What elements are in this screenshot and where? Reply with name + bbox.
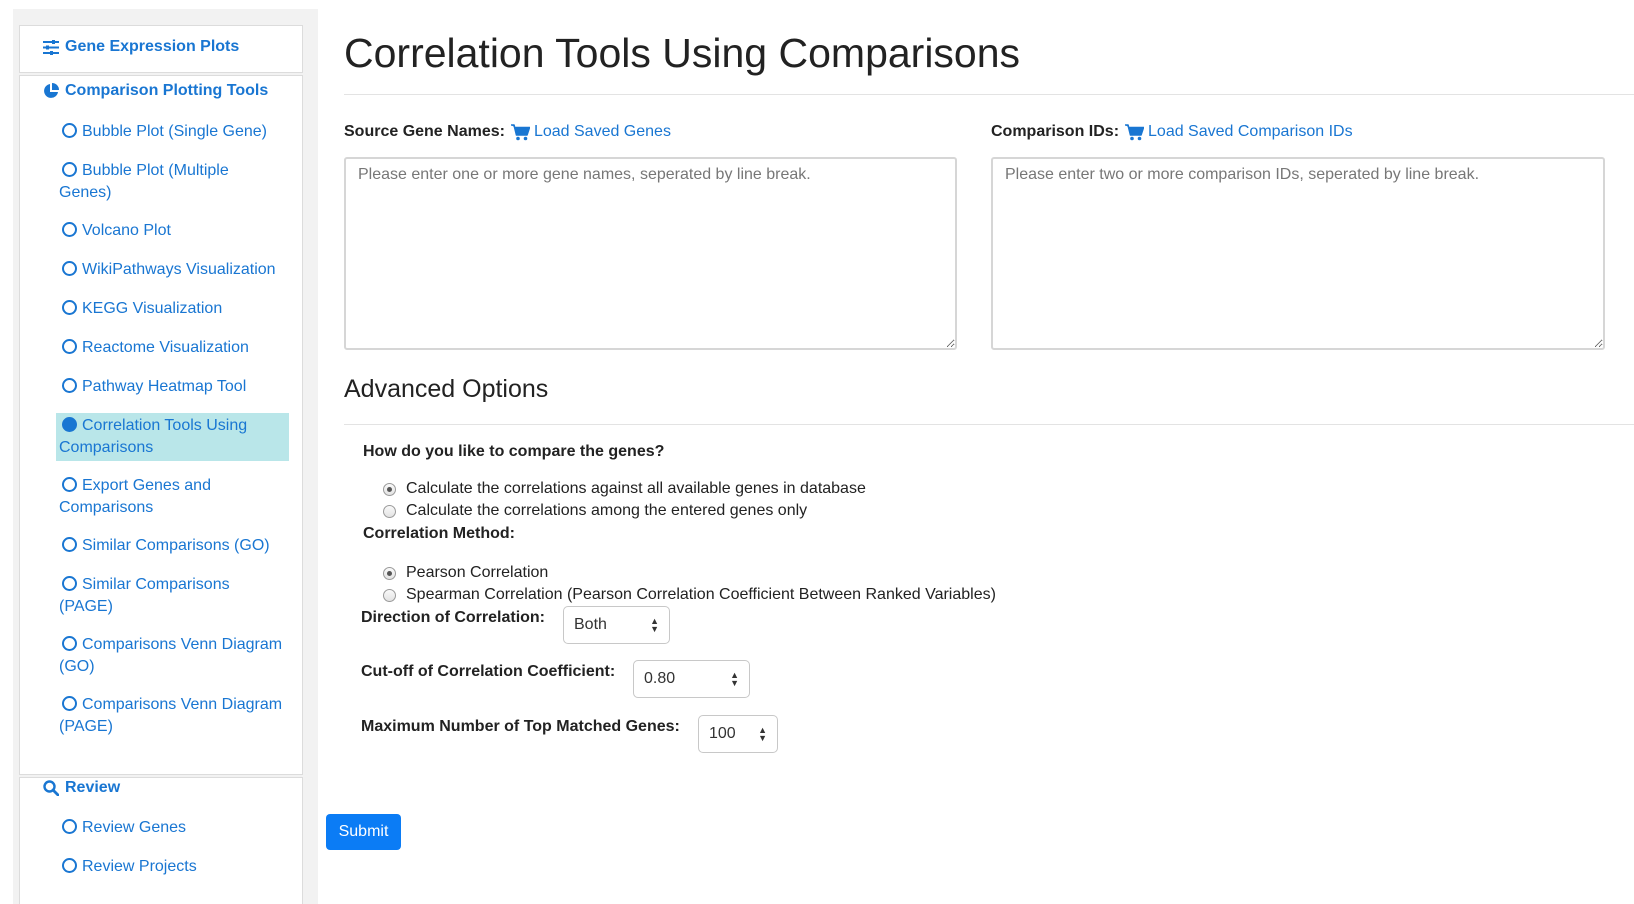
comparison-ids-label-text: Comparison IDs: — [991, 123, 1120, 140]
compare-option-all[interactable]: Calculate the correlations against all a… — [383, 480, 866, 498]
sidebar-item-venn-page[interactable]: Comparisons Venn Diagram (PAGE) — [56, 692, 289, 740]
sidebar-item-label: Review Genes — [82, 819, 187, 836]
sidebar-item-similar-page[interactable]: Similar Comparisons (PAGE) — [56, 572, 289, 620]
sidebar-item-label: Bubble Plot (Multiple Genes) — [59, 162, 229, 201]
sidebar-item-pathway-heatmap[interactable]: Pathway Heatmap Tool — [56, 374, 289, 400]
page-title: Correlation Tools Using Comparisons — [344, 30, 1021, 76]
sidebar-item-label: Pathway Heatmap Tool — [82, 378, 247, 395]
sidebar-item-label: Comparisons Venn Diagram (PAGE) — [59, 696, 283, 735]
sidebar-section-label: Gene Expression Plots — [65, 38, 240, 55]
sidebar-item-correlation[interactable]: Correlation Tools Using Comparisons — [56, 413, 289, 461]
radio-label: Calculate the correlations against all a… — [406, 480, 866, 497]
direction-value: Both — [574, 616, 607, 633]
sidebar-section-gene-expression[interactable]: Gene Expression Plots — [42, 38, 239, 56]
circle-icon — [62, 696, 77, 711]
select-arrows-icon: ▲ ▼ — [730, 670, 739, 688]
sidebar-item-label: Volcano Plot — [82, 222, 171, 239]
source-genes-input[interactable] — [344, 157, 957, 350]
load-saved-genes-label: Load Saved Genes — [533, 123, 671, 140]
radio-label: Pearson Correlation — [406, 564, 549, 581]
load-saved-comparison-ids-link[interactable]: Load Saved Comparison IDs — [1125, 123, 1353, 141]
sidebar-section-label: Comparison Plotting Tools — [65, 82, 269, 99]
sidebar-item-label: WikiPathways Visualization — [82, 261, 276, 278]
direction-label: Direction of Correlation: — [361, 609, 546, 626]
radio-button[interactable] — [383, 504, 396, 518]
load-saved-comparison-ids-label: Load Saved Comparison IDs — [1148, 123, 1353, 140]
sidebar-item-label: Review Projects — [82, 858, 197, 875]
radio-label: Calculate the correlations among the ent… — [406, 502, 808, 519]
radio-label: Spearman Correlation (Pearson Correlatio… — [406, 586, 996, 603]
sidebar-item-bubble-single[interactable]: Bubble Plot (Single Gene) — [56, 119, 289, 145]
submit-button[interactable]: Submit — [326, 814, 401, 850]
source-genes-label-text: Source Gene Names: — [344, 123, 505, 140]
cart-icon — [1125, 123, 1145, 140]
sidebar-item-kegg[interactable]: KEGG Visualization — [56, 296, 289, 322]
direction-select[interactable]: Both ▲ ▼ — [563, 606, 670, 644]
sidebar-item-label: Reactome Visualization — [82, 339, 249, 356]
circle-icon — [62, 858, 77, 873]
compare-question-label: How do you like to compare the genes? — [363, 443, 665, 460]
radio-button[interactable] — [383, 588, 396, 602]
max-genes-label: Maximum Number of Top Matched Genes: — [361, 718, 680, 735]
sidebar-item-label: Correlation Tools Using Comparisons — [59, 417, 248, 456]
sidebar-item-label: Similar Comparisons (PAGE) — [59, 576, 230, 615]
circle-icon — [62, 339, 77, 354]
sidebar-item-bubble-multiple[interactable]: Bubble Plot (Multiple Genes) — [56, 158, 289, 206]
sidebar-item-label: Similar Comparisons (GO) — [82, 537, 270, 554]
search-icon — [42, 779, 60, 797]
pie-chart-icon — [42, 82, 60, 100]
sidebar-section-label: Review — [65, 779, 121, 796]
circle-icon — [62, 378, 77, 393]
sidebar-item-label: Bubble Plot (Single Gene) — [82, 123, 267, 140]
advanced-options-title: Advanced Options — [344, 375, 549, 403]
title-divider — [344, 94, 1634, 95]
cutoff-label: Cut-off of Correlation Coefficient: — [361, 663, 616, 680]
select-arrows-icon: ▲ ▼ — [758, 725, 767, 743]
sidebar-section-comparison-tools[interactable]: Comparison Plotting Tools — [42, 82, 268, 100]
radio-button-checked[interactable] — [383, 482, 396, 496]
select-arrows-icon: ▲ ▼ — [650, 616, 659, 634]
sidebar-item-reactome[interactable]: Reactome Visualization — [56, 335, 289, 361]
max-genes-select[interactable]: 100 ▲ ▼ — [698, 715, 778, 753]
circle-icon — [62, 417, 77, 432]
circle-icon — [62, 576, 77, 591]
sidebar-item-venn-go[interactable]: Comparisons Venn Diagram (GO) — [56, 632, 289, 680]
advanced-divider — [344, 424, 1634, 425]
circle-icon — [62, 261, 77, 276]
sidebar-item-volcano[interactable]: Volcano Plot — [56, 218, 289, 244]
circle-icon — [62, 477, 77, 492]
correlation-method-label: Correlation Method: — [363, 525, 515, 542]
cutoff-value: 0.80 — [644, 670, 676, 687]
cutoff-select[interactable]: 0.80 ▲ ▼ — [633, 660, 750, 698]
comparison-ids-label: Comparison IDs: Load Saved Comparison ID… — [991, 123, 1353, 141]
source-genes-label: Source Gene Names: Load Saved Genes — [344, 123, 671, 141]
circle-icon — [62, 162, 77, 177]
radio-button-checked[interactable] — [383, 566, 396, 580]
circle-icon — [62, 123, 77, 138]
compare-option-entered[interactable]: Calculate the correlations among the ent… — [383, 502, 807, 520]
sidebar-item-label: KEGG Visualization — [82, 300, 223, 317]
sliders-icon — [42, 38, 60, 56]
circle-icon — [62, 300, 77, 315]
circle-icon — [62, 636, 77, 651]
load-saved-genes-link[interactable]: Load Saved Genes — [510, 123, 671, 141]
sidebar-item-export[interactable]: Export Genes and Comparisons — [56, 473, 289, 521]
cart-icon — [510, 123, 530, 140]
sidebar-item-wikipathways[interactable]: WikiPathways Visualization — [56, 257, 289, 283]
sidebar-section-review[interactable]: Review — [42, 779, 120, 797]
sidebar-item-label: Export Genes and Comparisons — [59, 477, 211, 516]
circle-icon — [62, 222, 77, 237]
sidebar-item-review-projects[interactable]: Review Projects — [56, 854, 289, 880]
sidebar-item-review-genes[interactable]: Review Genes — [56, 815, 289, 841]
circle-icon — [62, 537, 77, 552]
circle-icon — [62, 819, 77, 834]
max-genes-value: 100 — [709, 725, 736, 742]
sidebar-item-similar-go[interactable]: Similar Comparisons (GO) — [56, 533, 289, 559]
method-option-spearman[interactable]: Spearman Correlation (Pearson Correlatio… — [383, 586, 996, 604]
comparison-ids-input[interactable] — [991, 157, 1605, 350]
method-option-pearson[interactable]: Pearson Correlation — [383, 564, 548, 582]
sidebar-item-label: Comparisons Venn Diagram (GO) — [59, 636, 283, 675]
